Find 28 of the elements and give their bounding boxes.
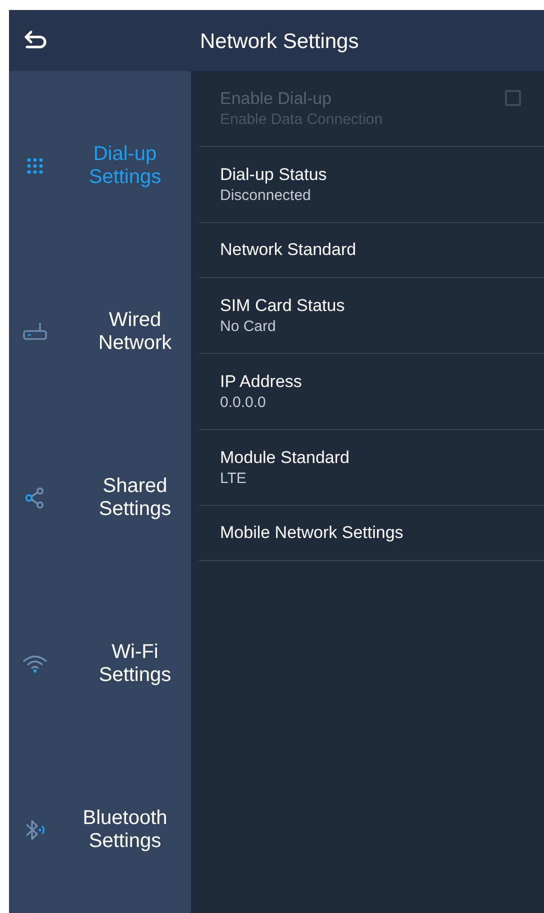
settings-row[interactable]: Mobile Network Settings bbox=[199, 506, 544, 561]
sidebar-tab[interactable]: Wi-Fi Settings bbox=[9, 581, 191, 747]
setting-value: 0.0.0.0 bbox=[220, 392, 267, 412]
setting-title: Mobile Network Settings bbox=[220, 522, 404, 544]
setting-value: Disconnected bbox=[220, 186, 312, 206]
setting-title: Network Standard bbox=[220, 239, 358, 261]
setting-title: Module Standard bbox=[220, 446, 350, 468]
setting-title: IP Address bbox=[220, 370, 303, 392]
settings-row[interactable]: Network Standard bbox=[199, 223, 544, 278]
setting-title: SIM Card Status bbox=[220, 294, 346, 316]
setting-value: No Card bbox=[220, 316, 277, 336]
router-icon bbox=[23, 322, 47, 342]
sidebar-tab[interactable]: Shared Settings bbox=[9, 415, 191, 581]
setting-value: LTE bbox=[220, 468, 248, 488]
settings-row[interactable]: IP Address 0.0.0.0 bbox=[199, 354, 544, 430]
screen-title: Network Settings bbox=[200, 29, 359, 55]
bluetooth-icon bbox=[24, 819, 46, 841]
back-icon bbox=[24, 30, 48, 52]
setting-title: Dial-up Status bbox=[220, 164, 328, 186]
settings-row[interactable]: Dial-up Status Disconnected bbox=[199, 147, 544, 223]
sidebar-tab[interactable]: Wired Network bbox=[9, 249, 191, 415]
settings-row[interactable]: SIM Card Status No Card bbox=[199, 278, 544, 354]
setting-title: Enable Dial-up bbox=[220, 88, 333, 110]
wifi-icon bbox=[22, 655, 48, 673]
settings-row[interactable]: Module Standard LTE bbox=[199, 430, 544, 506]
share-icon bbox=[25, 487, 45, 509]
dialpad-icon bbox=[27, 158, 43, 174]
sidebar-tab[interactable]: Bluetooth Settings bbox=[9, 747, 191, 913]
